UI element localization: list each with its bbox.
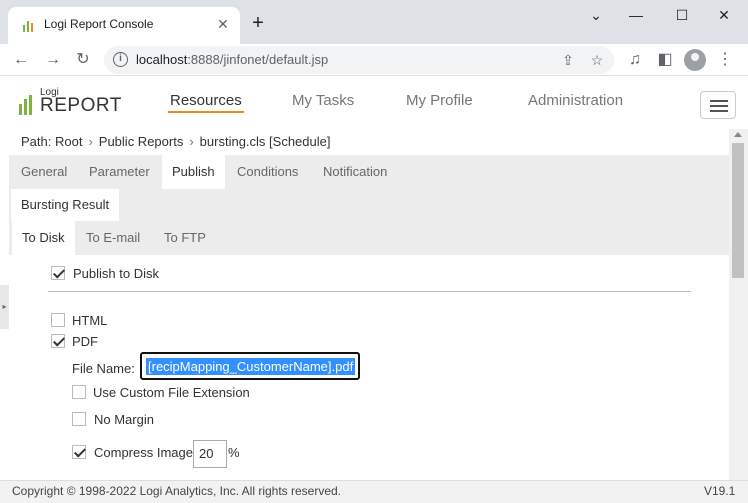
breadcrumb-public-reports[interactable]: Public Reports	[99, 134, 184, 149]
file-name-value: [recipMapping_CustomerName].pdf	[146, 358, 356, 375]
chevron-right-icon: ›	[189, 134, 194, 149]
close-tab-icon[interactable]: ✕	[212, 13, 234, 35]
chevron-down-icon[interactable]: ⌄	[576, 4, 616, 26]
tab-publish[interactable]: Publish	[162, 155, 225, 189]
logo-big-text: REPORT	[40, 95, 122, 116]
menu-dots-icon[interactable]: ⋮	[714, 49, 736, 71]
browser-titlebar: Logi Report Console ✕ + ⌄ — ☐ ✕	[0, 0, 748, 44]
pdf-label: PDF	[72, 334, 98, 349]
tab-conditions[interactable]: Conditions	[227, 155, 308, 189]
scroll-up-icon[interactable]	[734, 132, 742, 137]
custom-extension-label: Use Custom File Extension	[93, 385, 250, 400]
footer: Copyright © 1998-2022 Logi Analytics, In…	[0, 480, 748, 503]
hamburger-menu-button[interactable]	[700, 91, 736, 119]
delivery-tabs: To Disk To E-mail To FTP	[9, 221, 729, 255]
tab-general[interactable]: General	[11, 155, 77, 189]
browser-tab[interactable]: Logi Report Console ✕	[8, 7, 240, 44]
html-checkbox[interactable]	[51, 313, 65, 327]
breadcrumb-current: bursting.cls [Schedule]	[199, 134, 331, 149]
pdf-checkbox[interactable]	[51, 334, 65, 348]
sidepanel-icon[interactable]: ◧	[654, 49, 676, 71]
back-icon[interactable]: ←	[10, 49, 32, 71]
divider	[48, 291, 691, 292]
tab-title: Logi Report Console	[44, 17, 154, 31]
percent-label: %	[228, 445, 240, 460]
nav-active-underline	[168, 111, 244, 113]
chevron-right-icon: ›	[88, 134, 93, 149]
tab-to-disk[interactable]: To Disk	[12, 221, 75, 255]
reload-icon[interactable]: ↻	[72, 49, 94, 71]
new-tab-icon[interactable]: +	[247, 12, 269, 34]
maximize-icon[interactable]: ☐	[662, 4, 702, 26]
tab-notification[interactable]: Notification	[313, 155, 397, 189]
forward-icon[interactable]: →	[42, 49, 64, 71]
logi-favicon-icon	[23, 21, 33, 32]
address-bar[interactable]: i localhost:8888/jinfonet/default.jsp ⇪ …	[104, 46, 614, 74]
copyright-text: Copyright © 1998-2022 Logi Analytics, In…	[12, 484, 342, 498]
info-icon[interactable]: i	[113, 52, 128, 67]
tab-to-email[interactable]: To E-mail	[76, 221, 150, 255]
publish-to-disk-checkbox[interactable]	[51, 266, 65, 280]
schedule-content: Path: Root › Public Reports › bursting.cls […	[9, 129, 729, 480]
compress-image-label: Compress Image	[94, 445, 193, 460]
file-name-label: File Name:	[72, 361, 135, 376]
version-text: V19.1	[704, 484, 736, 498]
logo-bars-icon	[19, 95, 32, 115]
html-label: HTML	[72, 313, 108, 328]
logi-report-logo: Logi REPORT	[18, 87, 121, 121]
vertical-scrollbar[interactable]	[729, 129, 748, 480]
nav-my-tasks[interactable]: My Tasks	[292, 92, 354, 109]
media-icon[interactable]: ♫	[624, 49, 646, 71]
scroll-thumb[interactable]	[732, 143, 744, 278]
browser-toolbar: ← → ↻ i localhost:8888/jinfonet/default.…	[0, 44, 748, 76]
no-margin-checkbox[interactable]	[72, 412, 86, 426]
compress-image-checkbox[interactable]	[72, 445, 86, 459]
custom-extension-checkbox[interactable]	[72, 385, 86, 399]
share-icon[interactable]: ⇪	[558, 50, 578, 70]
nav-resources[interactable]: Resources	[170, 92, 242, 109]
minimize-icon[interactable]: —	[616, 4, 656, 26]
publish-subtabs: Bursting Result	[9, 189, 729, 221]
tab-parameter[interactable]: Parameter	[79, 155, 160, 189]
nav-administration[interactable]: Administration	[528, 92, 623, 109]
compress-percent-input[interactable]: 20	[193, 440, 227, 468]
breadcrumb: Path: Root › Public Reports › bursting.cls […	[21, 134, 330, 149]
tab-bursting-result[interactable]: Bursting Result	[11, 189, 120, 221]
tab-to-ftp[interactable]: To FTP	[154, 221, 216, 255]
close-window-icon[interactable]: ✕	[704, 4, 744, 26]
publish-to-disk-label: Publish to Disk	[73, 266, 159, 281]
sidebar-toggle-handle[interactable]: ▸	[0, 285, 9, 329]
star-icon[interactable]: ☆	[587, 50, 607, 70]
schedule-tabs: General Parameter Publish Conditions Not…	[9, 155, 729, 189]
breadcrumb-root[interactable]: Path: Root	[21, 134, 82, 149]
file-name-input[interactable]: [recipMapping_CustomerName].pdf	[140, 352, 360, 380]
no-margin-label: No Margin	[94, 412, 154, 427]
profile-avatar[interactable]	[684, 49, 706, 71]
nav-my-profile[interactable]: My Profile	[406, 92, 473, 109]
url-text: localhost:8888/jinfonet/default.jsp	[136, 52, 329, 67]
app-header: Logi REPORT Resources My Tasks My Profil…	[0, 77, 748, 129]
